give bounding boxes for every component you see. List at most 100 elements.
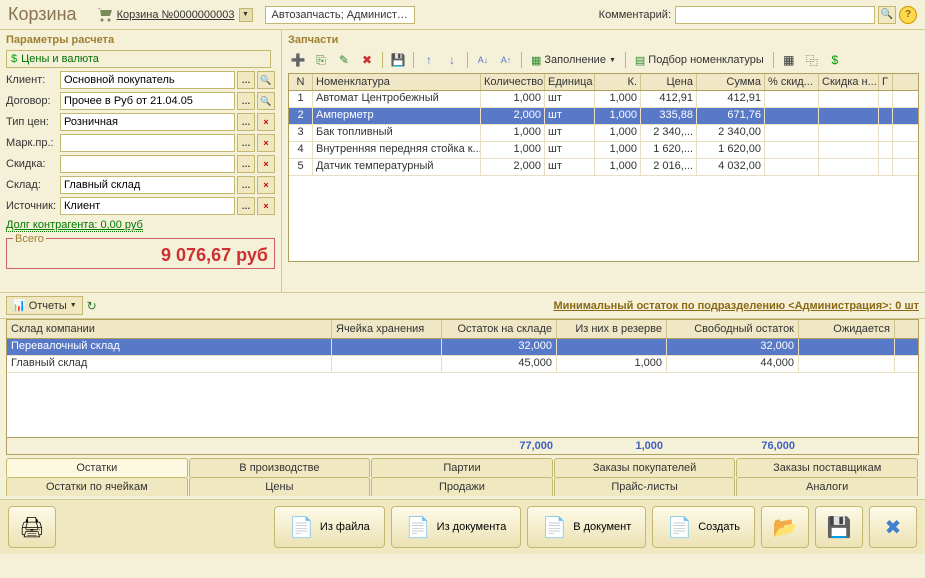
contract-lookup-button[interactable]: … (237, 92, 255, 110)
create-button[interactable]: 📄Создать (652, 506, 755, 548)
total-label: Всего (13, 233, 46, 245)
params-panel: Параметры расчета $Цены и валюта Клиент:… (0, 30, 282, 292)
source-clear-button[interactable]: × (257, 197, 275, 215)
comment-input[interactable] (675, 6, 875, 24)
delete-icon[interactable]: ✖ (357, 50, 377, 70)
col-cell[interactable]: Ячейка хранения (332, 320, 442, 338)
breadcrumb[interactable]: Автозапчасть; Админист… (265, 6, 415, 24)
min-stock-link[interactable]: Минимальный остаток по подразделению <Ад… (553, 300, 919, 312)
doc-export-icon: 📄 (542, 515, 567, 540)
cart-icon (97, 7, 113, 23)
parts-title: Запчасти (288, 34, 919, 46)
client-field[interactable] (60, 71, 235, 89)
chevron-down-icon: ▼ (70, 302, 77, 309)
warehouse-field[interactable] (60, 176, 235, 194)
col-price[interactable]: Цена (641, 74, 697, 90)
pricetype-lookup-button[interactable]: … (237, 113, 255, 131)
col-free[interactable]: Свободный остаток (667, 320, 799, 338)
cart-dropdown-icon[interactable]: ▼ (239, 8, 253, 22)
col-warehouse[interactable]: Склад компании (7, 320, 332, 338)
prices-currency-link[interactable]: $Цены и валюта (6, 50, 271, 68)
client-open-button[interactable]: 🔍 (257, 71, 275, 89)
currency-icon[interactable]: $ (825, 50, 845, 70)
tab-в-производстве[interactable]: В производстве (189, 458, 371, 477)
help-icon[interactable]: ? (899, 6, 917, 24)
close-button[interactable]: ✖ (869, 506, 917, 548)
col-expected[interactable]: Ожидается (799, 320, 895, 338)
mark-label: Марк.пр.: (6, 137, 60, 149)
from-file-button[interactable]: 📄Из файла (274, 506, 385, 548)
discount-field[interactable] (60, 155, 235, 173)
tab-партии[interactable]: Партии (371, 458, 553, 477)
save-button[interactable]: 💾 (815, 506, 863, 548)
col-reserve[interactable]: Из них в резерве (557, 320, 667, 338)
col-qty[interactable]: Количество (481, 74, 545, 90)
source-field[interactable] (60, 197, 235, 215)
warehouse-clear-button[interactable]: × (257, 176, 275, 194)
source-lookup-button[interactable]: … (237, 197, 255, 215)
pick-button[interactable]: ▤Подбор номенклатуры (631, 52, 768, 69)
warehouse-lookup-button[interactable]: … (237, 176, 255, 194)
client-lookup-button[interactable]: … (237, 71, 255, 89)
reports-button[interactable]: 📊Отчеты▼ (6, 296, 83, 315)
col-n[interactable]: N (289, 74, 313, 90)
table-row[interactable]: 5Датчик температурный2,000шт1,0002 016,.… (289, 159, 918, 176)
table-row[interactable]: Перевалочный склад32,00032,000 (7, 339, 918, 356)
col-pct[interactable]: % скид... (765, 74, 819, 90)
open-folder-button[interactable]: 📂 (761, 506, 809, 548)
mark-field[interactable] (60, 134, 235, 152)
header-cart-info: Корзина №0000000003 ▼ Автозапчасть; Адми… (97, 6, 415, 24)
add-icon[interactable]: ➕ (288, 50, 308, 70)
table-row[interactable]: 3Бак топливный1,000шт1,0002 340,...2 340… (289, 125, 918, 142)
table-row[interactable]: 4Внутренняя передняя стойка к...1,000шт1… (289, 142, 918, 159)
tab-цены[interactable]: Цены (189, 477, 371, 496)
tab-заказы-покупателей[interactable]: Заказы покупателей (554, 458, 736, 477)
pricetype-field[interactable] (60, 113, 235, 131)
edit-icon[interactable]: ✎ (334, 50, 354, 70)
contract-field[interactable] (60, 92, 235, 110)
grid-icon[interactable]: ▦ (779, 50, 799, 70)
tab-остатки[interactable]: Остатки (6, 458, 188, 477)
print-button[interactable]: 🖨 (8, 506, 56, 548)
comment-label: Комментарий: (599, 9, 671, 21)
move-up-icon[interactable]: ↑ (419, 50, 439, 70)
pricetype-label: Тип цен: (6, 116, 60, 128)
discount-clear-button[interactable]: × (257, 155, 275, 173)
mark-lookup-button[interactable]: … (237, 134, 255, 152)
tab-прайс-листы[interactable]: Прайс-листы (554, 477, 736, 496)
search-icon[interactable]: 🔍 (878, 6, 896, 24)
pricetype-clear-button[interactable]: × (257, 113, 275, 131)
table-row[interactable]: 1Автомат Центробежный1,000шт1,000412,914… (289, 91, 918, 108)
mark-clear-button[interactable]: × (257, 134, 275, 152)
parts-grid: N Номенклатура Количество Единица К. Цен… (288, 73, 919, 262)
col-k[interactable]: К. (595, 74, 641, 90)
from-document-button[interactable]: 📄Из документа (391, 506, 522, 548)
sort-asc-icon[interactable]: A↓ (473, 50, 493, 70)
tab-аналоги[interactable]: Аналоги (736, 477, 918, 496)
save-icon[interactable]: 💾 (388, 50, 408, 70)
tab-заказы-поставщикам[interactable]: Заказы поставщикам (736, 458, 918, 477)
table-row[interactable]: Главный склад45,0001,00044,000 (7, 356, 918, 373)
refresh-icon[interactable]: ↻ (87, 299, 97, 313)
fill-button[interactable]: ▦Заполнение▼ (527, 52, 620, 69)
sort-desc-icon[interactable]: A↑ (496, 50, 516, 70)
col-stock[interactable]: Остаток на складе (442, 320, 557, 338)
table-row[interactable]: 2Амперметр2,000шт1,000335,88671,76 (289, 108, 918, 125)
window-header: Корзина Корзина №0000000003 ▼ Автозапчас… (0, 0, 925, 30)
contract-open-button[interactable]: 🔍 (257, 92, 275, 110)
col-sum[interactable]: Сумма (697, 74, 765, 90)
col-disc[interactable]: Скидка н... (819, 74, 879, 90)
col-unit[interactable]: Единица (545, 74, 595, 90)
move-down-icon[interactable]: ↓ (442, 50, 462, 70)
tab-продажи[interactable]: Продажи (371, 477, 553, 496)
debt-link[interactable]: Долг контрагента: 0,00 руб (6, 219, 143, 232)
to-document-button[interactable]: 📄В документ (527, 506, 646, 548)
cart-number-link[interactable]: Корзина №0000000003 (117, 9, 235, 21)
insert-icon[interactable]: ⎘ (311, 50, 331, 70)
copy-icon[interactable]: ⿻ (802, 50, 822, 70)
discount-lookup-button[interactable]: … (237, 155, 255, 173)
col-nomenclature[interactable]: Номенклатура (313, 74, 481, 90)
stock-grid: Склад компании Ячейка хранения Остаток н… (6, 319, 919, 455)
tab-остатки-по-ячейкам[interactable]: Остатки по ячейкам (6, 477, 188, 496)
col-g[interactable]: Г (879, 74, 893, 90)
